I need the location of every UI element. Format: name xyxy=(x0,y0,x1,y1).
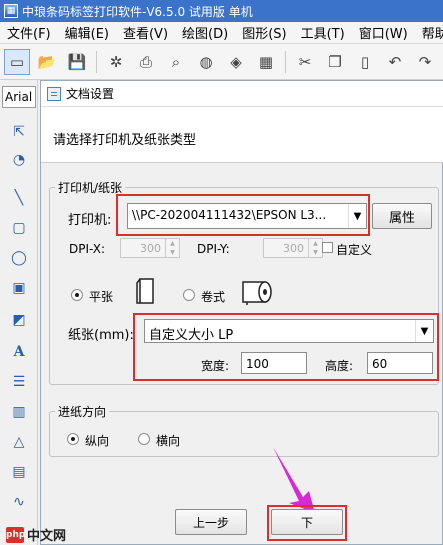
sheet-paper-icon xyxy=(136,278,154,304)
spinner-arrows-icon[interactable]: ▲ ▼ xyxy=(165,239,179,257)
printer-highlight xyxy=(116,194,370,236)
menu-bar: 文件(F) 编辑(E) 查看(V) 绘图(D) 图形(S) 工具(T) 窗口(W… xyxy=(0,22,443,44)
database-icon[interactable]: ◍ xyxy=(193,49,219,75)
next-button-highlight xyxy=(267,505,347,541)
watermark-logo: php xyxy=(6,526,25,543)
rich-text-tool-icon[interactable]: ☰ xyxy=(6,370,32,394)
shape-tool-icon[interactable]: △ xyxy=(6,430,32,454)
grid-icon[interactable]: ▦ xyxy=(253,49,279,75)
line-tool-icon[interactable]: ╲ xyxy=(6,186,32,210)
printer-paper-group-label: 打印机/纸张 xyxy=(55,179,126,196)
dpi-x-spinner[interactable]: 300 ▲ ▼ xyxy=(120,238,180,258)
dialog-title-bar: 文档设置 xyxy=(41,81,443,107)
document-icon xyxy=(47,86,61,101)
toolbar-separator xyxy=(285,50,286,73)
app-title-bar: ▦ 中琅条码标签打印软件-V6.5.0 试用版 单机 xyxy=(0,0,443,22)
toolbar-separator xyxy=(96,50,97,73)
select-pointer-icon[interactable]: ⇱ xyxy=(6,120,32,144)
menu-file[interactable]: 文件(F) xyxy=(0,23,58,42)
dpi-x-value: 300 xyxy=(140,242,161,255)
rectangle-tool-icon[interactable]: ▢ xyxy=(6,216,32,240)
menu-view[interactable]: 查看(V) xyxy=(116,23,175,42)
roll-paper-label: 卷式 xyxy=(201,290,226,304)
cut-icon[interactable]: ✂ xyxy=(292,49,318,75)
watermark-text: 中文网 xyxy=(27,529,67,544)
watermark: php 中文网 xyxy=(6,525,66,544)
left-tool-panel: Arial ⇱ ◔ ╲ ▢ ◯ ▣ ◩ A ☰ ▥ △ ▤ ∿ ⋯ xyxy=(0,80,38,545)
app-title: 中琅条码标签打印软件-V6.5.0 试用版 单机 xyxy=(22,4,253,19)
undo-icon[interactable]: ↶ xyxy=(382,49,408,75)
copy-icon[interactable]: ❐ xyxy=(322,49,348,75)
dpi-y-spinner[interactable]: 300 ▲ ▼ xyxy=(263,238,323,258)
document-settings-dialog: 文档设置 请选择打印机及纸张类型 打印机/纸张 打印机: \\PC-202004… xyxy=(40,80,443,545)
image-tool-icon[interactable]: ◩ xyxy=(6,308,32,332)
barcode-tool-icon[interactable]: ▥ xyxy=(6,400,32,424)
text-tool-icon[interactable]: A xyxy=(6,340,32,364)
table-tool-icon[interactable]: ▤ xyxy=(6,460,32,484)
landscape-radio[interactable] xyxy=(138,433,150,445)
spinner-arrows-icon[interactable]: ▲ ▼ xyxy=(308,239,322,257)
dpi-y-label: DPI-Y: xyxy=(197,242,230,256)
menu-shape[interactable]: 图形(S) xyxy=(235,23,293,42)
picture-tool-icon[interactable]: ▣ xyxy=(6,276,32,300)
dialog-prompt: 请选择打印机及纸张类型 xyxy=(53,133,197,148)
curve-tool-icon[interactable]: ∿ xyxy=(6,490,32,514)
portrait-label: 纵向 xyxy=(85,434,110,448)
menu-help[interactable]: 帮助 xyxy=(415,23,443,42)
app-icon: ▦ xyxy=(4,4,18,18)
menu-tools[interactable]: 工具(T) xyxy=(294,23,352,42)
dialog-title: 文档设置 xyxy=(66,87,115,101)
database-settings-icon[interactable]: ◈ xyxy=(223,49,249,75)
sheet-paper-label: 平张 xyxy=(89,290,114,304)
landscape-label: 横向 xyxy=(156,434,181,448)
custom-dpi-label: 自定义 xyxy=(336,243,373,257)
document-settings-icon[interactable]: ▭ xyxy=(4,48,30,75)
custom-dpi-checkbox[interactable] xyxy=(322,242,333,253)
paper-size-highlight xyxy=(133,313,439,381)
rotate-view-icon[interactable]: ◔ xyxy=(6,148,32,172)
redo-icon[interactable]: ↷ xyxy=(412,49,438,75)
portrait-radio[interactable] xyxy=(67,433,79,445)
menu-window[interactable]: 窗口(W) xyxy=(352,23,415,42)
dpi-y-value: 300 xyxy=(283,242,304,255)
menu-draw[interactable]: 绘图(D) xyxy=(175,23,235,42)
settings-gear-icon[interactable]: ✲ xyxy=(103,49,129,75)
paper-size-label: 纸张(mm): xyxy=(68,328,134,343)
ellipse-tool-icon[interactable]: ◯ xyxy=(6,246,32,270)
toolbar: ▭ 📂 💾 ✲ ⎙ ⌕ ◍ ◈ ▦ ✂ ❐ ▯ ↶ ↷ xyxy=(0,44,443,80)
save-icon[interactable]: 💾 xyxy=(64,49,90,75)
font-selector[interactable]: Arial xyxy=(2,86,36,108)
feed-direction-group-label: 进纸方向 xyxy=(55,403,110,420)
roll-paper-icon xyxy=(242,281,272,305)
dpi-x-label: DPI-X: xyxy=(69,242,106,256)
previous-button[interactable]: 上一步 xyxy=(175,509,247,535)
open-file-icon[interactable]: 📂 xyxy=(34,49,60,75)
print-preview-icon[interactable]: ⌕ xyxy=(163,49,189,75)
dialog-header: 请选择打印机及纸张类型 xyxy=(41,107,443,163)
properties-button[interactable]: 属性 xyxy=(372,203,432,229)
paste-icon[interactable]: ▯ xyxy=(352,49,378,75)
menu-edit[interactable]: 编辑(E) xyxy=(58,23,116,42)
roll-paper-radio[interactable] xyxy=(183,289,195,301)
printer-label: 打印机: xyxy=(68,213,112,228)
sheet-paper-radio[interactable] xyxy=(71,289,83,301)
print-icon[interactable]: ⎙ xyxy=(133,49,159,75)
